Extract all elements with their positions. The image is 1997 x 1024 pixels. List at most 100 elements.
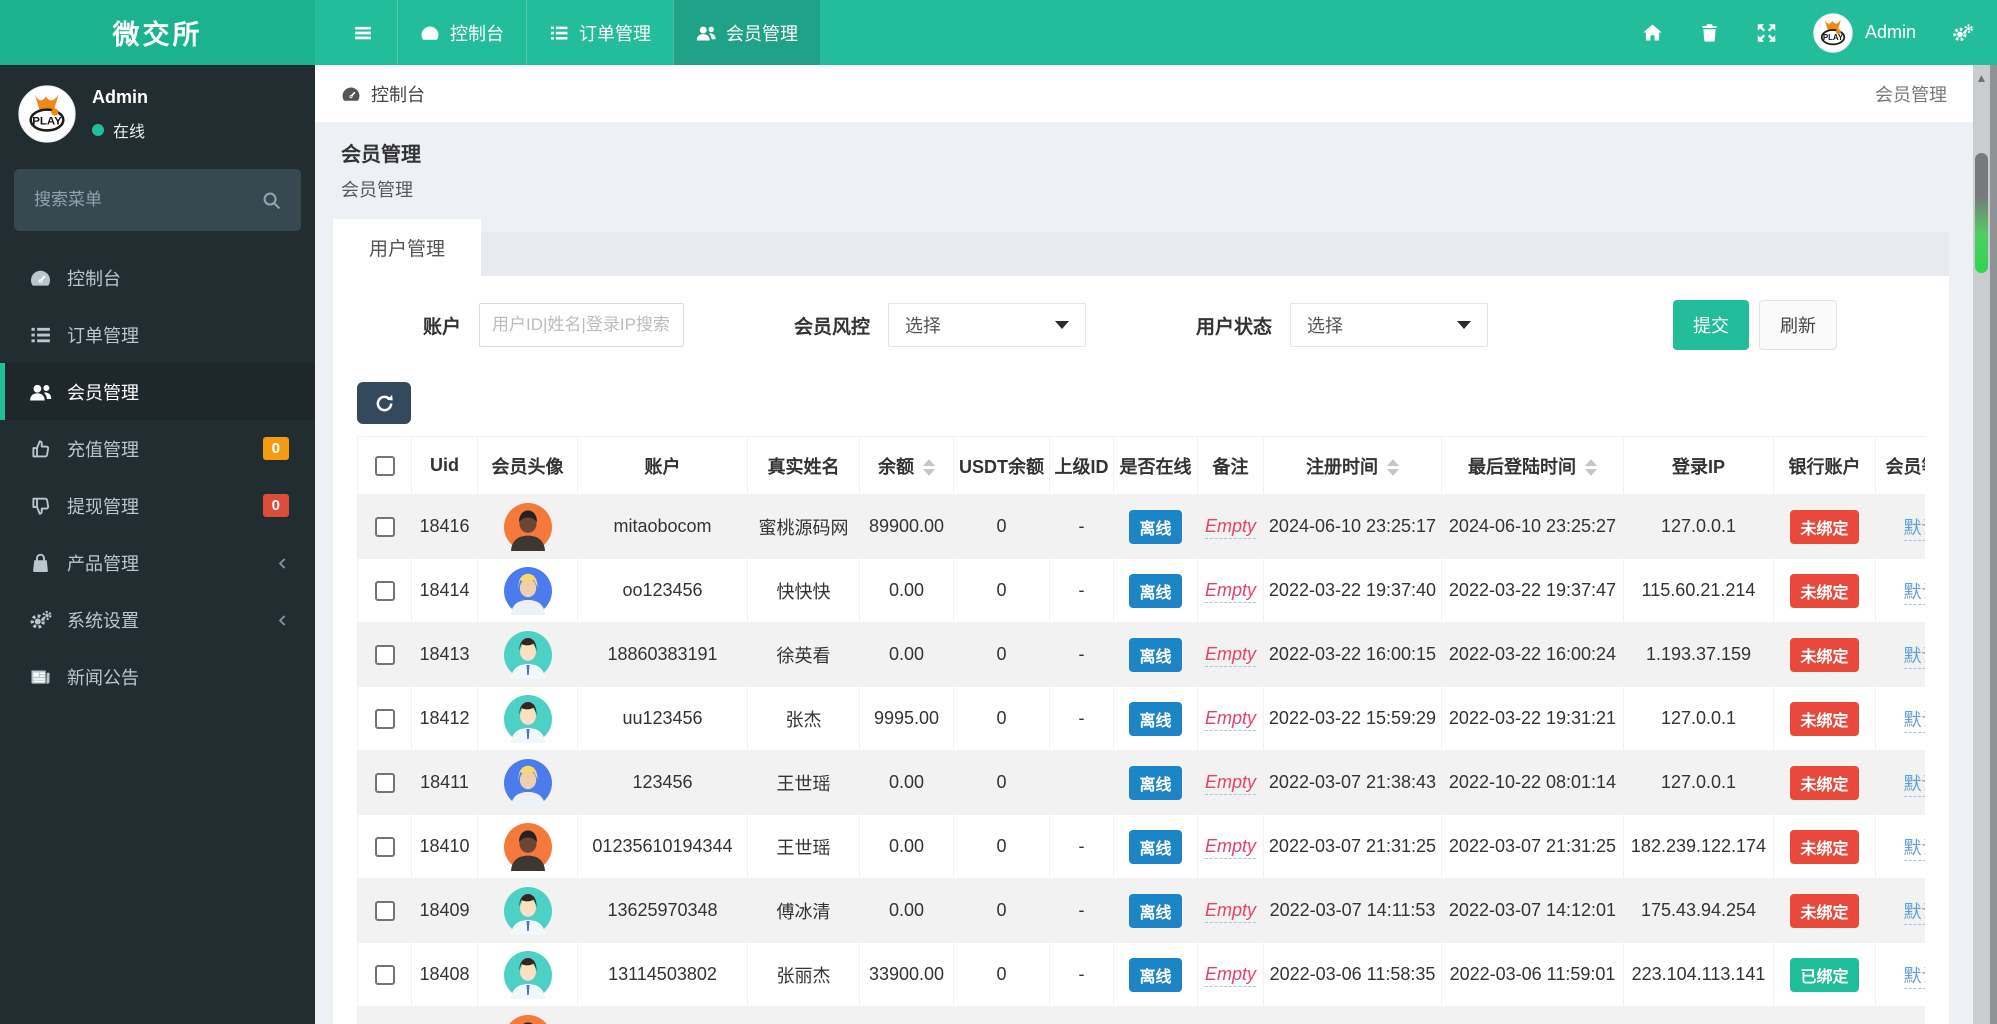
parent-id-cell <box>1049 750 1114 815</box>
sidebar-badge: 0 <box>262 437 289 460</box>
sidebar-item-label: 产品管理 <box>67 553 139 574</box>
column-header-label: 是否在线 <box>1119 456 1192 477</box>
sidebar-item-thumbup[interactable]: 充值管理 0 <box>0 420 315 477</box>
member-level-cell: 默认 <box>1875 942 1925 1007</box>
top-nav-item-tacho[interactable]: 控制台 <box>397 0 526 65</box>
remark-cell: Empty <box>1197 622 1264 687</box>
uid-cell: 18416 <box>411 494 478 559</box>
settings-gears-icon[interactable] <box>1952 23 1973 43</box>
remark-link[interactable]: Empty <box>1204 644 1256 667</box>
search-icon[interactable] <box>262 191 281 210</box>
sidebar-item-thumbdown[interactable]: 提现管理 0 <box>0 477 315 534</box>
sidebar-item-bag[interactable]: 产品管理 <box>0 534 315 591</box>
home-icon[interactable] <box>1642 23 1663 43</box>
refresh-button[interactable]: 刷新 <box>1759 300 1837 350</box>
member-level-link[interactable]: 默认 <box>1903 901 1925 925</box>
column-header[interactable]: 最后登陆时间 <box>1441 436 1624 495</box>
expand-icon[interactable] <box>1756 23 1777 43</box>
navbar-user[interactable]: Admin <box>1813 13 1916 53</box>
balance-cell <box>859 1006 954 1024</box>
member-level-link[interactable]: 默认 <box>1903 517 1925 541</box>
risk-label: 会员风控 <box>794 316 871 338</box>
row-checkbox[interactable] <box>374 709 395 730</box>
remark-link[interactable]: Empty <box>1204 964 1256 987</box>
sidebar-item-list[interactable]: 订单管理 <box>0 306 315 363</box>
remark-link[interactable]: Empty <box>1204 708 1256 731</box>
select-all-checkbox[interactable] <box>374 456 395 477</box>
member-level-link[interactable]: 默认 <box>1903 837 1925 861</box>
remark-link[interactable]: Empty <box>1204 836 1256 859</box>
remark-link[interactable]: Empty <box>1204 900 1256 923</box>
table-row: 18414 oo123456 快快快 0.00 0- 离线 Empty 2022-03-22 … <box>357 558 1925 623</box>
breadcrumb: 控制台 会员管理 <box>315 65 1973 122</box>
table-reload-button[interactable] <box>357 382 411 424</box>
column-header: 会员等级 <box>1875 436 1925 495</box>
member-avatar <box>504 1015 552 1024</box>
last-login-cell: 2022-03-22 16:00:24 <box>1441 622 1624 687</box>
member-level-link[interactable]: 默认 <box>1903 645 1925 669</box>
bag-icon <box>29 552 52 573</box>
member-level-link[interactable]: 默认 <box>1903 709 1925 733</box>
row-checkbox[interactable] <box>374 901 395 922</box>
account-search-input[interactable] <box>479 303 685 347</box>
member-level-link[interactable]: 默认 <box>1903 773 1925 797</box>
usdt-balance-cell <box>953 1006 1050 1024</box>
sidebar-item-news[interactable]: 新闻公告 <box>0 648 315 705</box>
column-header[interactable]: 余额 <box>859 436 954 495</box>
column-header[interactable]: 注册时间 <box>1263 436 1442 495</box>
vertical-scrollbar-thumb[interactable] <box>1975 153 1988 273</box>
row-checkbox[interactable] <box>374 645 395 666</box>
sidebar-item-gears[interactable]: 系统设置 <box>0 591 315 648</box>
sidebar-menu: 控制台 订单管理 会员管理 充值管理 0 提现管理 0 产品管理 系统设置 新闻公告 <box>0 249 315 705</box>
brand-logo[interactable]: 微交所 <box>0 0 315 65</box>
column-header: USDT余额 <box>953 436 1050 495</box>
sidebar-item-users[interactable]: 会员管理 <box>0 363 315 420</box>
row-checkbox[interactable] <box>374 837 395 858</box>
trash-icon[interactable] <box>1699 23 1720 43</box>
sort-arrows-icon[interactable] <box>1387 459 1399 477</box>
avatar-cell <box>477 494 578 559</box>
menu-toggle-button[interactable] <box>329 0 397 65</box>
row-select-cell <box>357 814 412 879</box>
row-checkbox[interactable] <box>374 965 395 986</box>
column-header: 上级ID <box>1049 436 1114 495</box>
sort-arrows-icon[interactable] <box>923 459 935 477</box>
row-checkbox[interactable] <box>374 581 395 602</box>
top-nav-item-users[interactable]: 会员管理 <box>673 0 820 65</box>
submit-button[interactable]: 提交 <box>1673 300 1749 350</box>
uid-cell: 18414 <box>411 558 478 623</box>
sidebar-item-label: 系统设置 <box>67 610 139 631</box>
member-level-cell: 默认 <box>1875 622 1925 687</box>
bank-status-badge: 未绑定 <box>1790 829 1859 864</box>
sidebar-item-tacho[interactable]: 控制台 <box>0 249 315 306</box>
scrollbar-up-arrow[interactable]: ▲ <box>1973 65 1990 85</box>
column-header-label: USDT余额 <box>959 456 1044 477</box>
sidebar-item-label: 控制台 <box>67 268 121 289</box>
uid-cell: 18411 <box>411 750 478 815</box>
remark-link[interactable]: Empty <box>1204 772 1256 795</box>
filter-status: 用户状态 选择 <box>1196 303 1489 347</box>
remark-link[interactable]: Empty <box>1204 516 1256 539</box>
status-select[interactable]: 选择 <box>1290 303 1489 347</box>
row-checkbox[interactable] <box>374 517 395 538</box>
sidebar-item-label: 提现管理 <box>67 496 139 517</box>
last-login-cell: 2022-03-22 19:31:21 <box>1441 686 1624 751</box>
remark-link[interactable]: Empty <box>1204 580 1256 603</box>
avatar-cell <box>477 686 578 751</box>
member-level-link[interactable]: 默认 <box>1903 965 1925 989</box>
last-login-cell: 2024-06-10 23:25:27 <box>1441 494 1624 559</box>
sort-arrows-icon[interactable] <box>1585 459 1597 477</box>
account-label: 账户 <box>423 316 462 338</box>
navbar-action-icons <box>1642 23 1777 43</box>
member-avatar <box>504 567 552 615</box>
top-nav-item-list[interactable]: 订单管理 <box>526 0 673 65</box>
tab-user-management[interactable]: 用户管理 <box>333 219 482 276</box>
risk-select[interactable]: 选择 <box>888 303 1087 347</box>
member-level-link[interactable]: 默认 <box>1903 581 1925 605</box>
bank-status-badge: 未绑定 <box>1790 893 1859 928</box>
menu-search-input[interactable] <box>34 190 262 210</box>
breadcrumb-location[interactable]: 控制台 <box>341 81 425 107</box>
row-checkbox[interactable] <box>374 773 395 794</box>
vertical-scrollbar-track[interactable]: ▲ <box>1973 65 1990 1024</box>
real-name-cell: 快快快 <box>747 558 860 623</box>
